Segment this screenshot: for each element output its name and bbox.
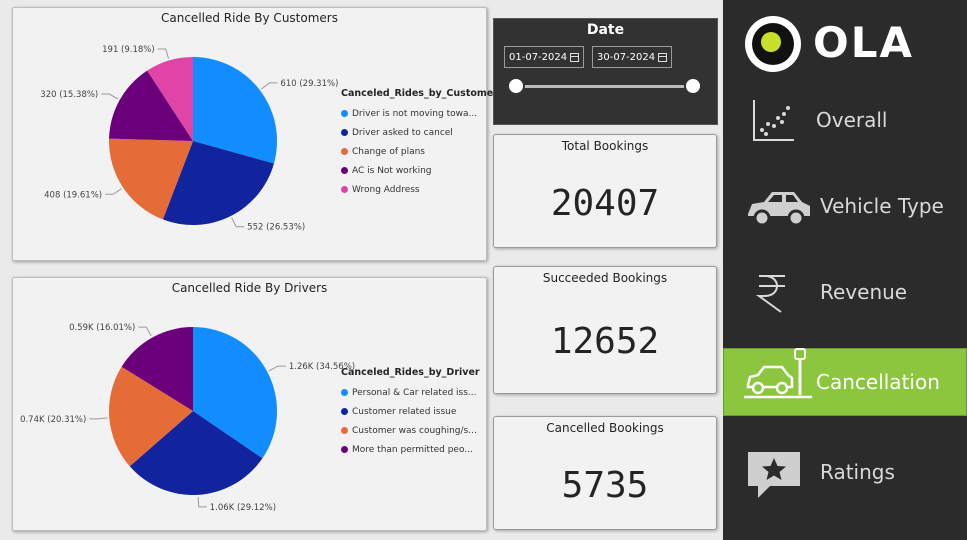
data-label: 610 (29.31%) bbox=[280, 79, 338, 89]
legend-item[interactable]: Customer was coughing/s... bbox=[341, 421, 481, 440]
data-label: 0.74K (20.31%) bbox=[20, 415, 86, 425]
legend-label: Driver is not moving towa... bbox=[352, 108, 478, 119]
data-label: 552 (26.53%) bbox=[247, 223, 305, 233]
total-bookings-card: Total Bookings 20407 bbox=[493, 134, 717, 248]
legend-label: Personal & Car related iss... bbox=[352, 387, 477, 398]
cancelled-bookings-card: Cancelled Bookings 5735 bbox=[493, 416, 717, 530]
legend-marker bbox=[341, 148, 348, 155]
legend-marker bbox=[341, 446, 348, 453]
calendar-icon[interactable] bbox=[658, 53, 667, 62]
data-label: 191 (9.18%) bbox=[102, 45, 155, 55]
star-comment-icon bbox=[748, 452, 800, 498]
data-label: 408 (19.61%) bbox=[44, 190, 102, 200]
legend-item[interactable]: Change of plans bbox=[341, 142, 481, 161]
legend-marker bbox=[341, 129, 348, 136]
kpi-value: 12652 bbox=[550, 321, 660, 362]
legend-label: Wrong Address bbox=[352, 184, 420, 195]
legend-label: Driver asked to cancel bbox=[352, 127, 453, 138]
legend-item[interactable]: AC is Not working bbox=[341, 161, 481, 180]
start-date-input[interactable]: 01-07-2024 bbox=[504, 46, 584, 68]
end-date-input[interactable]: 30-07-2024 bbox=[592, 46, 672, 68]
data-label: 0.59K (16.01%) bbox=[69, 323, 135, 333]
leader-line bbox=[231, 217, 245, 228]
kpi-label: Total Bookings bbox=[561, 139, 649, 153]
navigation-panel: OLA Overall Vehicle Type Revenue Cancell… bbox=[723, 0, 967, 540]
nav-item-ratings[interactable]: Ratings bbox=[723, 438, 967, 506]
nav-item-label: Cancellation bbox=[816, 370, 940, 394]
ola-logo-text: OLA bbox=[813, 18, 914, 67]
legend-marker bbox=[341, 186, 348, 193]
data-label: 1.06K (29.12%) bbox=[210, 503, 276, 513]
nav-item-cancellation[interactable]: Cancellation bbox=[723, 348, 967, 416]
legend-marker bbox=[341, 427, 348, 434]
data-label: 320 (15.38%) bbox=[40, 90, 98, 100]
legend: Canceled_Rides_by_Driver Personal & Car … bbox=[341, 367, 481, 459]
legend: Canceled_Rides_by_Customer Driver is not… bbox=[341, 88, 498, 199]
legend-item[interactable]: Personal & Car related iss... bbox=[341, 383, 481, 402]
legend-label: Customer related issue bbox=[352, 406, 457, 417]
slider-start-handle[interactable] bbox=[507, 77, 525, 95]
legend-label: Customer was coughing/s... bbox=[352, 425, 477, 436]
nav-item-label: Overall bbox=[816, 108, 888, 132]
start-date-value: 01-07-2024 bbox=[509, 52, 568, 63]
date-slicer-title: Date bbox=[586, 22, 625, 38]
legend-marker bbox=[341, 167, 348, 174]
driver-cancellation-chart: Cancelled Ride By Drivers 1.26K (34.56%)… bbox=[12, 277, 487, 531]
legend-item[interactable]: Driver is not moving towa... bbox=[341, 104, 481, 123]
legend-label: More than permitted peo... bbox=[352, 444, 473, 455]
nav-item-label: Ratings bbox=[820, 460, 895, 484]
customer-cancellation-chart: Cancelled Ride By Customers 610 (29.31%)… bbox=[12, 7, 498, 261]
nav-item-label: Vehicle Type bbox=[820, 194, 944, 218]
car-cancellation-icon bbox=[744, 348, 812, 399]
leader-line bbox=[157, 48, 170, 59]
nav-item-overall[interactable]: Overall bbox=[723, 86, 967, 154]
legend-title: Canceled_Rides_by_Customer bbox=[341, 88, 498, 99]
leader-line bbox=[138, 326, 152, 337]
rupee-icon bbox=[755, 275, 785, 313]
leader-line bbox=[268, 365, 286, 372]
nav-item-revenue[interactable]: Revenue bbox=[723, 258, 967, 326]
end-date-value: 30-07-2024 bbox=[597, 52, 656, 63]
ola-logo: OLA bbox=[743, 14, 943, 74]
scatter-chart-icon bbox=[753, 100, 794, 141]
leader-line bbox=[261, 82, 278, 90]
legend-label: Change of plans bbox=[352, 146, 425, 157]
legend-item[interactable]: Driver asked to cancel bbox=[341, 123, 481, 142]
leader-line bbox=[197, 496, 207, 508]
succeeded-bookings-card: Succeeded Bookings 12652 bbox=[493, 266, 717, 394]
date-slicer: Date 01-07-2024 30-07-2024 bbox=[493, 18, 718, 125]
legend-marker bbox=[341, 389, 348, 396]
kpi-label: Cancelled Bookings bbox=[546, 421, 664, 435]
kpi-value: 20407 bbox=[550, 183, 660, 224]
car-icon bbox=[748, 192, 810, 227]
nav-item-vehicle-type[interactable]: Vehicle Type bbox=[723, 172, 967, 240]
legend-marker bbox=[341, 408, 348, 415]
calendar-icon[interactable] bbox=[570, 53, 579, 62]
kpi-value: 5735 bbox=[561, 465, 649, 506]
legend-label: AC is Not working bbox=[352, 165, 432, 176]
ola-logo-icon bbox=[745, 16, 801, 72]
leader-line bbox=[105, 188, 122, 195]
kpi-label: Succeeded Bookings bbox=[542, 271, 668, 285]
date-range-slider[interactable] bbox=[515, 85, 695, 88]
legend-title: Canceled_Rides_by_Driver bbox=[341, 367, 480, 378]
legend-item[interactable]: Wrong Address bbox=[341, 180, 481, 199]
slider-end-handle[interactable] bbox=[684, 77, 702, 95]
legend-item[interactable]: Customer related issue bbox=[341, 402, 481, 421]
nav-item-label: Revenue bbox=[820, 280, 908, 304]
leader-line bbox=[101, 93, 119, 100]
legend-item[interactable]: More than permitted peo... bbox=[341, 440, 481, 459]
legend-marker bbox=[341, 110, 348, 117]
leader-line bbox=[89, 417, 108, 420]
